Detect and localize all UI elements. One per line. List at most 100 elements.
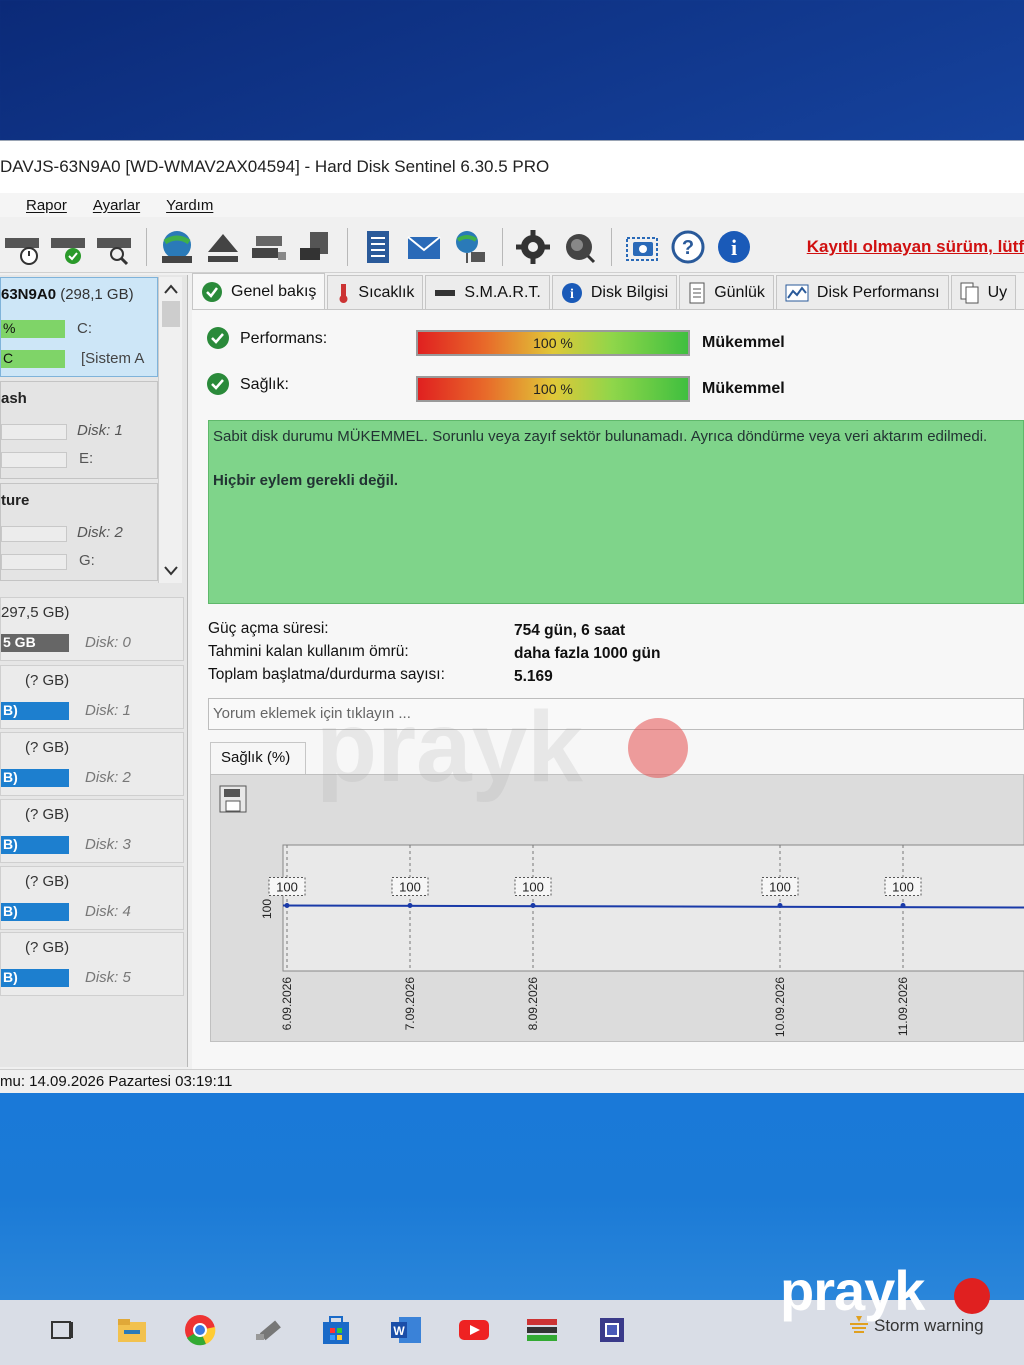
status-bar: mu: 14.09.2026 Pazartesi 03:19:11: [0, 1069, 1024, 1093]
tab-label: S.M.A.R.T.: [464, 283, 541, 301]
tab-label: Sıcaklık: [358, 283, 415, 301]
partition-health-value: C: [3, 350, 14, 366]
tab-smart[interactable]: S.M.A.R.T.: [425, 275, 550, 309]
disk-card-5[interactable]: (? GB) B) Disk: 5: [0, 932, 184, 996]
screenshot-icon[interactable]: [620, 225, 664, 269]
remaining-lifetime-value: daha fazla 1000 gün: [514, 645, 661, 662]
task-view-icon[interactable]: [44, 1312, 80, 1348]
smart-icon: [434, 288, 456, 298]
chart-x-tick-label: 7.09.2026: [403, 977, 417, 1031]
disk-card-bar: B): [1, 969, 69, 987]
disk-group[interactable]: ash Disk: 1 E:: [0, 381, 158, 479]
tab-more[interactable]: Uy: [950, 275, 1017, 309]
chart-data-label: 100: [399, 879, 421, 894]
start-stop-count-value: 5.169: [514, 668, 553, 685]
eject-icon[interactable]: [201, 225, 245, 269]
partition-bar: [1, 526, 67, 542]
partition-drive-c[interactable]: C:: [77, 320, 92, 337]
usb-disk-icon[interactable]: [293, 225, 337, 269]
info-icon: i: [561, 282, 583, 304]
remaining-lifetime-label: Tahmini kalan kullanım ömrü:: [208, 643, 409, 660]
scroll-up-icon: [164, 284, 178, 294]
tab-disk-performance[interactable]: Disk Performansı: [775, 275, 949, 309]
tab-overview[interactable]: Genel bakış: [192, 273, 326, 309]
disk-list-scrollbar[interactable]: [158, 277, 182, 583]
disk-card-2[interactable]: (? GB) B) Disk: 2: [0, 732, 184, 796]
file-explorer-icon[interactable]: [114, 1312, 150, 1348]
sound-icon[interactable]: [557, 225, 601, 269]
menu-ayarlar[interactable]: Ayarlar: [93, 197, 140, 214]
unregistered-version-link[interactable]: Kayıtlı olmayan sürüm, lütf: [807, 237, 1024, 257]
selected-disk[interactable]: 63N9A0 (298,1 GB) % C: C [Sistem A: [0, 277, 158, 377]
disk-check-icon[interactable]: [46, 225, 90, 269]
mail-icon[interactable]: [402, 225, 446, 269]
health-check-icon: [206, 372, 230, 401]
overview-panel: Performans: 100 % Mükemmel Sağlık: 100 %…: [192, 309, 1024, 1069]
info-icon[interactable]: i: [712, 225, 756, 269]
store-icon[interactable]: [318, 1312, 354, 1348]
disk-group[interactable]: ture Disk: 2 G:: [0, 483, 158, 581]
chrome-icon[interactable]: [182, 1312, 218, 1348]
chart-tab-health[interactable]: Sağlık (%): [210, 742, 306, 774]
start-stop-count-label: Toplam başlatma/durdurma sayısı:: [208, 666, 445, 683]
watermark-faint: prayk: [316, 690, 583, 805]
word-icon[interactable]: W: [388, 1312, 424, 1348]
health-chart: 1001006.09.20261007.09.20261008.09.20261…: [260, 844, 1024, 1037]
chart-data-label: 100: [892, 879, 914, 894]
scrollbar-arrows: [162, 284, 180, 576]
disk-search-icon[interactable]: [92, 225, 136, 269]
disk-card-bar: B): [1, 769, 69, 787]
hdsentinel-icon[interactable]: [524, 1312, 560, 1348]
report-icon[interactable]: [356, 225, 400, 269]
disk-card-size: (? GB): [25, 806, 70, 823]
disk-group-title: ash: [1, 390, 27, 407]
menu-rapor[interactable]: Rapor: [26, 197, 67, 214]
drive-letter[interactable]: G:: [79, 552, 95, 569]
chart-data-label: 100: [276, 879, 298, 894]
thermometer-icon: [336, 282, 350, 304]
globe-disk-icon[interactable]: [155, 225, 199, 269]
network-disk-icon[interactable]: [247, 225, 291, 269]
partition-bar: [1, 554, 67, 570]
disk-card-3[interactable]: (? GB) B) Disk: 3: [0, 799, 184, 863]
cpu-icon[interactable]: [594, 1312, 630, 1348]
usb-icon[interactable]: [252, 1312, 288, 1348]
toolbar-separator: [611, 227, 612, 266]
tab-temperature[interactable]: Sıcaklık: [327, 275, 424, 309]
network-icon[interactable]: [448, 225, 492, 269]
menu-yardim[interactable]: Yardım: [166, 197, 213, 214]
partition-bar: [1, 452, 67, 468]
tab-log[interactable]: Günlük: [679, 275, 774, 309]
tab-disk-info[interactable]: i Disk Bilgisi: [551, 275, 678, 309]
drive-letter[interactable]: E:: [79, 450, 93, 467]
chart-point: [284, 902, 290, 908]
toolbar: ? i Kayıtlı olmayan sürüm, lütf: [0, 221, 1024, 273]
partition-system[interactable]: [Sistem A: [81, 350, 144, 367]
menu-bar: Rapor Ayarlar Yardım: [0, 193, 1024, 217]
app-window: DAVJS-63N9A0 [WD-WMAV2AX04594] - Hard Di…: [0, 140, 1024, 1093]
scroll-thumb: [162, 301, 180, 327]
svg-text:i: i: [570, 287, 574, 302]
watermark-faint-text: prayk: [316, 691, 583, 803]
disk-card-number: Disk: 1: [85, 702, 131, 719]
disk-card-4[interactable]: (? GB) B) Disk: 4: [0, 866, 184, 930]
check-icon: [201, 281, 223, 303]
partition-health-value: %: [3, 320, 16, 336]
status-action: Hiçbir eylem gerekli değil.: [213, 472, 399, 489]
tab-label: Disk Performansı: [816, 283, 940, 301]
disk-card-number: Disk: 0: [85, 634, 131, 651]
disk-card-1[interactable]: (? GB) B) Disk: 1: [0, 665, 184, 729]
disk-card-number: Disk: 5: [85, 969, 131, 986]
chart-x-tick-label: 10.09.2026: [773, 977, 787, 1037]
toolbar-separator: [502, 227, 503, 266]
disk-time-icon[interactable]: [0, 225, 44, 269]
disk-card-0[interactable]: 297,5 GB) 5 GB Disk: 0: [0, 597, 184, 661]
youtube-icon[interactable]: [456, 1312, 492, 1348]
disk-card-size: 297,5 GB): [1, 604, 70, 621]
help-icon[interactable]: ?: [666, 225, 710, 269]
settings-icon[interactable]: [511, 225, 555, 269]
disk-number: Disk: 1: [77, 422, 123, 439]
status-message: Sabit disk durumu MÜKEMMEL. Sorunlu veya…: [213, 428, 988, 445]
disk-card-bar: B): [1, 702, 69, 720]
performance-label: Performans:: [240, 330, 328, 347]
